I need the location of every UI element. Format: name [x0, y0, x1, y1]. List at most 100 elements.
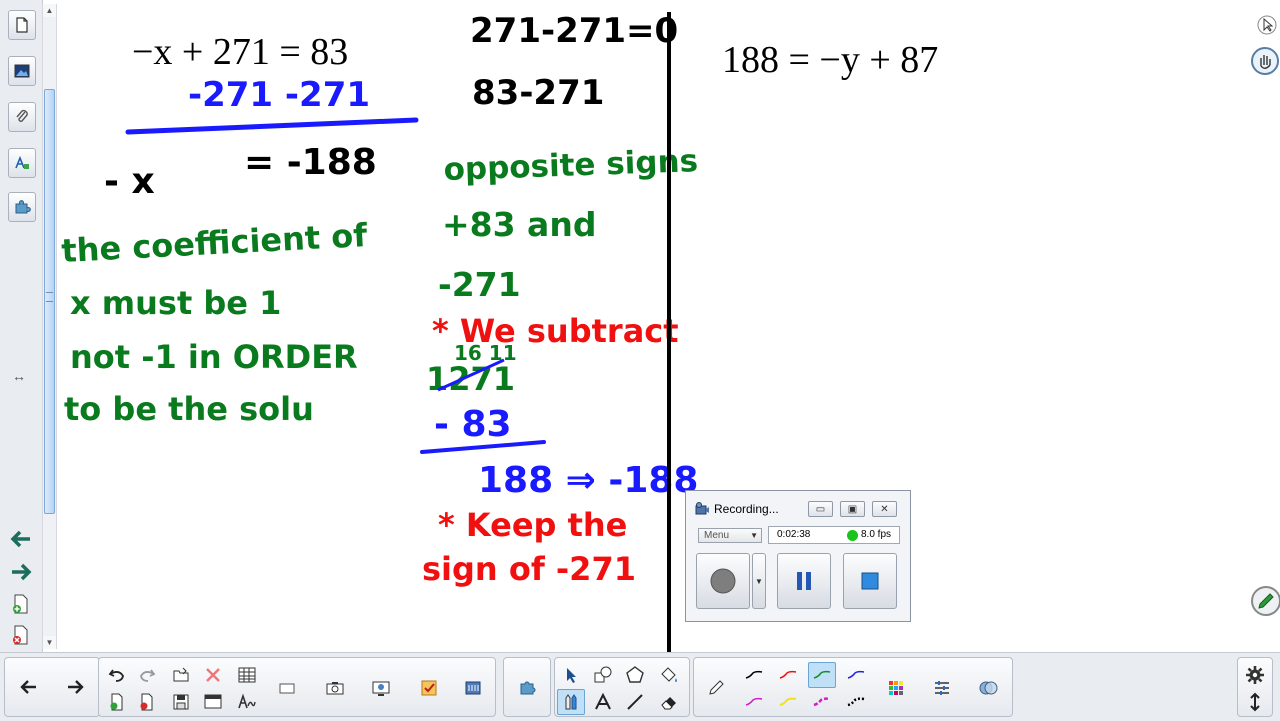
polygon-tool-button[interactable]: [621, 662, 649, 688]
toolbar-next-page-button[interactable]: [61, 674, 89, 700]
attachments-tab[interactable]: [8, 102, 36, 132]
pen-swatch-magenta[interactable]: [740, 689, 768, 715]
ink-dashed-stroke-icon: [813, 697, 831, 707]
pen-swatch-yellow[interactable]: [774, 689, 802, 715]
stop-button[interactable]: [843, 553, 897, 609]
eraser-tool-button[interactable]: [655, 689, 683, 715]
open-file-button[interactable]: [167, 662, 195, 688]
restore-button[interactable]: ▣: [840, 501, 865, 517]
math-tools-button[interactable]: [459, 675, 487, 701]
image-icon: [14, 64, 30, 78]
close-button[interactable]: ✕: [872, 501, 897, 517]
paperclip-icon: [16, 109, 28, 122]
undo-button[interactable]: [103, 662, 131, 688]
delete-page-toolbar-button[interactable]: [133, 689, 161, 715]
hand-icon: [1251, 47, 1279, 75]
toolbar-group-edit: [98, 657, 496, 717]
previous-page-button[interactable]: [8, 527, 34, 551]
ink-note-line-2: x must be 1: [70, 284, 281, 322]
pen-swatch-green[interactable]: [808, 662, 836, 688]
pen-swatch-black-dotted[interactable]: [842, 689, 870, 715]
pause-button[interactable]: [777, 553, 831, 609]
touch-mode-button[interactable]: [1250, 46, 1280, 76]
minimize-icon: ▭: [815, 503, 826, 515]
ink-stroke-icon: [745, 670, 763, 679]
line-style-button[interactable]: [928, 675, 956, 701]
ink-note-line-3: not -1 in ORDER: [70, 338, 358, 376]
recording-window[interactable]: Recording... ▭ ▣ ✕ Menu ▼ 0:02:38 8.0 fp…: [685, 490, 911, 622]
ink-work-subtrahend: - 83: [434, 404, 512, 445]
minimize-button[interactable]: ▭: [808, 501, 833, 517]
shapes-tool-button[interactable]: [589, 662, 617, 688]
pen-mode-button[interactable]: [1250, 585, 1280, 617]
toolbar-group-pen-properties: [693, 657, 1013, 717]
record-options-button[interactable]: ▼: [752, 553, 766, 609]
delete-button[interactable]: [199, 662, 227, 688]
recorder-icon: [695, 502, 709, 515]
vertical-scrollbar[interactable]: ▲ ▼: [42, 4, 57, 649]
pen-style-button[interactable]: [702, 675, 730, 701]
toolbar-group-tools: [554, 657, 690, 717]
ink-note-line-1: the coefficient of: [60, 216, 369, 270]
toolbar-previous-page-button[interactable]: [15, 674, 43, 700]
bottom-toolbar: [0, 652, 1280, 721]
delete-page-button[interactable]: [10, 624, 32, 646]
redo-button[interactable]: [133, 662, 161, 688]
save-button[interactable]: [167, 689, 195, 715]
settings-button[interactable]: [1241, 662, 1269, 688]
eraser-icon: [661, 697, 676, 710]
properties-tab[interactable]: [8, 148, 36, 178]
transparency-button[interactable]: [974, 675, 1002, 701]
resize-handle-icon[interactable]: ↔: [12, 368, 26, 384]
record-button[interactable]: [696, 553, 750, 609]
recording-title-bar[interactable]: Recording... ▭ ▣ ✕: [686, 491, 910, 527]
document-camera-button[interactable]: [367, 675, 395, 701]
pen-swatch-red[interactable]: [774, 662, 802, 688]
text-recognition-button[interactable]: [233, 689, 261, 715]
ink-stroke-icon: [813, 670, 831, 679]
folder-icon: [173, 667, 189, 682]
pen-swatch-magenta-dashed[interactable]: [808, 689, 836, 715]
select-tool-button[interactable]: [557, 662, 585, 688]
recording-menu-dropdown[interactable]: Menu ▼: [698, 528, 762, 543]
text-tool-button[interactable]: [589, 689, 617, 715]
ink-mid-line-1: 271-271=0: [470, 11, 678, 51]
delete-page-icon: [140, 693, 153, 711]
scroll-up-arrow[interactable]: ▲: [43, 4, 56, 17]
line-tool-button[interactable]: [621, 689, 649, 715]
arrow-right-icon: [12, 563, 32, 581]
pen-swatch-black[interactable]: [740, 662, 768, 688]
screen-shade-button[interactable]: [199, 689, 227, 715]
close-icon: ✕: [880, 503, 889, 515]
next-page-button[interactable]: [8, 560, 34, 584]
pen-tool-button[interactable]: [557, 689, 585, 715]
select-mode-button[interactable]: [1256, 14, 1278, 36]
color-palette-button[interactable]: [882, 675, 910, 701]
insert-table-button[interactable]: [233, 662, 261, 688]
add-page-button[interactable]: [10, 593, 32, 615]
full-screen-button[interactable]: [273, 675, 301, 701]
redo-icon: [140, 669, 156, 682]
fill-tool-button[interactable]: [655, 662, 683, 688]
ink-rule-keep-2: sign of -271: [422, 550, 636, 588]
document-camera-icon: [372, 681, 390, 696]
screen-capture-button[interactable]: [321, 675, 349, 701]
pen-swatch-blue[interactable]: [842, 662, 870, 688]
page-sorter-tab[interactable]: [8, 10, 36, 40]
arrow-right-icon: [68, 680, 84, 694]
page-icon: [16, 17, 28, 33]
response-button[interactable]: [415, 675, 443, 701]
gallery-tab[interactable]: [8, 56, 36, 86]
toolbar-position-button[interactable]: [1241, 689, 1269, 715]
recording-fps: 8.0 fps: [861, 529, 892, 540]
ink-stroke-icon: [745, 697, 763, 706]
toolbar-group-settings: [1237, 657, 1273, 717]
add-page-toolbar-button[interactable]: [103, 689, 131, 715]
scroll-down-arrow[interactable]: ▼: [43, 636, 56, 649]
whiteboard-canvas[interactable]: −x + 271 = 83 -271 -271 - x = -188 the c…: [58, 0, 1280, 652]
delete-page-icon: [13, 625, 28, 645]
addons-button[interactable]: [514, 674, 542, 700]
restore-icon: ▣: [847, 503, 858, 515]
pens-icon: [565, 694, 577, 710]
addons-tab[interactable]: [8, 192, 36, 222]
